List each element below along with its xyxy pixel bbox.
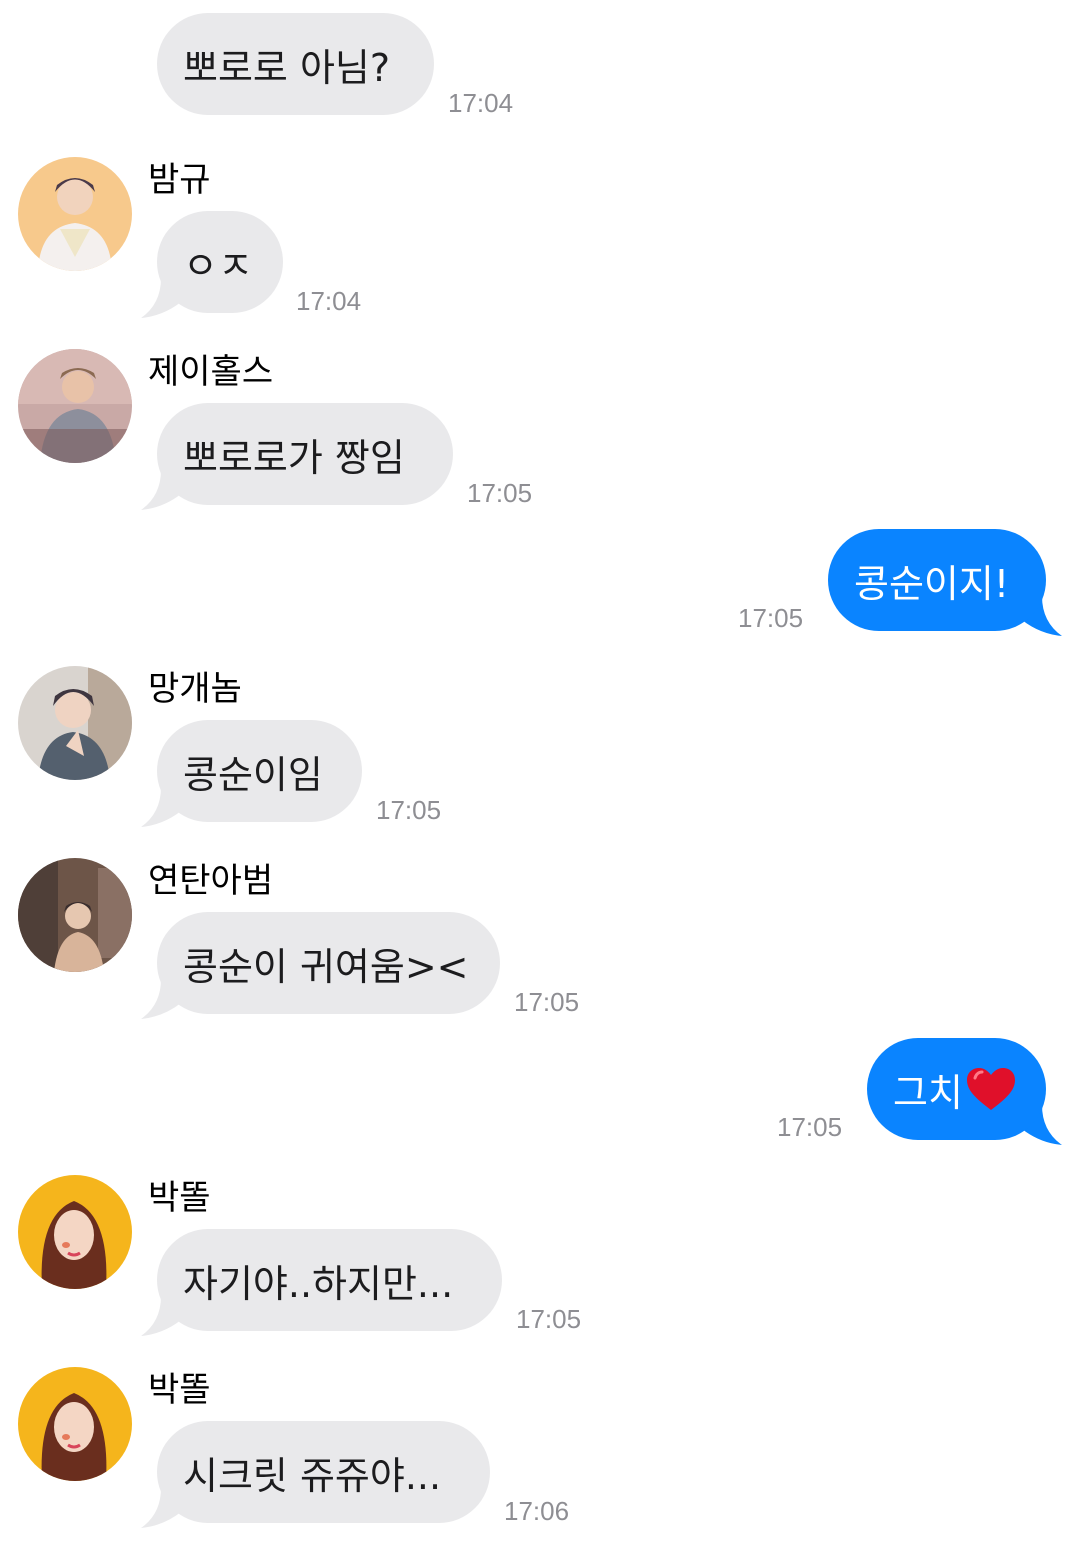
sender-name: 제이홀스: [148, 352, 274, 392]
message-bubble-outgoing[interactable]: 그치: [867, 1038, 1046, 1140]
message-bubble-incoming[interactable]: 뽀로로가 짱임: [157, 403, 453, 505]
sender-name: 박똘: [148, 1178, 211, 1218]
message-text: 콩순이임: [183, 752, 323, 797]
sender-name: 연탄아범: [148, 861, 274, 901]
heart-emoji-icon: [965, 1066, 1017, 1112]
message-text: 뽀로로가 짱임: [183, 435, 405, 480]
message-timestamp: 17:05: [738, 603, 804, 633]
message-text: 시크릿 쥬쥬야...: [183, 1453, 442, 1498]
message-text: 콩순이지!: [854, 561, 1010, 606]
message-timestamp: 17:05: [376, 795, 442, 825]
message-bubble-incoming[interactable]: 자기야..하지만...: [157, 1229, 502, 1331]
avatar-parkttol[interactable]: [18, 1367, 132, 1481]
message-bubble-incoming[interactable]: 시크릿 쥬쥬야...: [157, 1421, 490, 1523]
message-bubble-incoming[interactable]: ㅇㅈ: [157, 211, 283, 313]
avatar-parkttol[interactable]: [18, 1175, 132, 1289]
avatar-yeontan[interactable]: [18, 858, 132, 972]
message-timestamp: 17:05: [516, 1304, 582, 1334]
sender-name: 망개놈: [148, 669, 242, 709]
message-bubble-incoming[interactable]: 콩순이 귀여움><: [157, 912, 500, 1014]
avatar-bamgyu[interactable]: [18, 157, 132, 271]
sender-name: 박똘: [148, 1370, 211, 1410]
message-timestamp: 17:04: [296, 286, 362, 316]
message-text: 뽀로로 아님?: [183, 45, 391, 90]
message-bubble-outgoing[interactable]: 콩순이지!: [828, 529, 1046, 631]
message-text: 그치: [893, 1070, 963, 1115]
message-bubble-incoming[interactable]: 콩순이임: [157, 720, 362, 822]
sender-name: 밤규: [148, 160, 211, 200]
message-timestamp: 17:06: [504, 1496, 570, 1526]
message-bubble-incoming[interactable]: 뽀로로 아님?: [157, 13, 434, 115]
message-text: 자기야..하지만...: [183, 1261, 454, 1306]
message-timestamp: 17:05: [777, 1112, 843, 1142]
message-text: ㅇㅈ: [183, 243, 253, 288]
chat-thread[interactable]: 뽀로로 아님? 17:04 밤규 ㅇㅈ 17:04 제이홀스 뽀로로가 짱임 1…: [0, 0, 1080, 1542]
avatar-jhorse[interactable]: [18, 349, 132, 463]
message-timestamp: 17:05: [514, 987, 580, 1017]
message-timestamp: 17:04: [448, 88, 514, 118]
message-timestamp: 17:05: [467, 478, 533, 508]
avatar-manggae[interactable]: [18, 666, 132, 780]
message-text: 콩순이 귀여움><: [183, 944, 469, 989]
